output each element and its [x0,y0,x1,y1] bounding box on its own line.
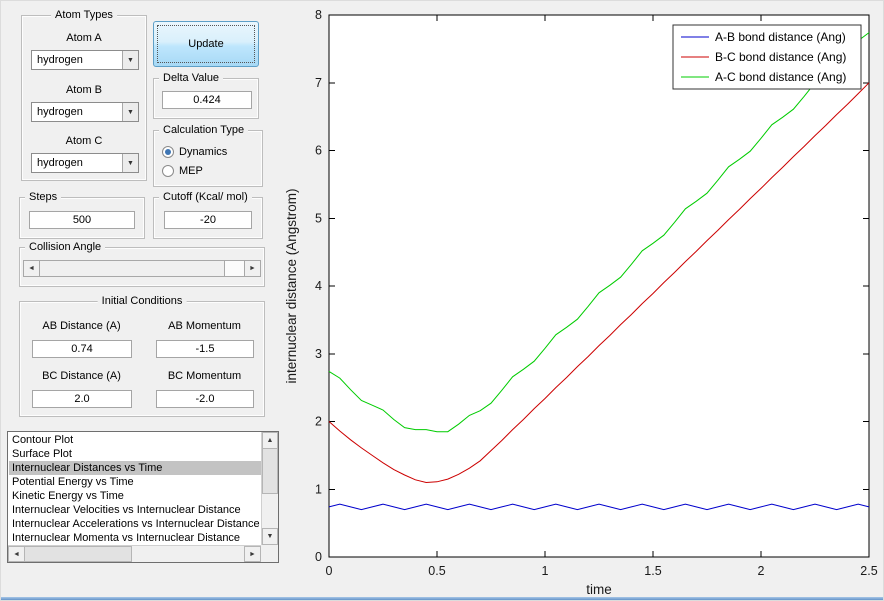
list-item[interactable]: Internuclear Distances vs Time [9,461,261,475]
listbox-horizontal-scrollbar[interactable]: ◄ ► [8,545,261,562]
list-item[interactable]: Internuclear Velocities vs Internuclear … [9,503,261,517]
panel-initial-conditions: Initial Conditions AB Distance (A) AB Mo… [19,295,265,417]
update-button[interactable]: Update [153,21,259,67]
y-tick-label: 4 [315,279,322,293]
listbox-vertical-scrollbar[interactable]: ▲ ▼ [261,432,278,545]
cutoff-input[interactable] [164,211,252,229]
y-tick-label: 7 [315,76,322,90]
panel-collision-angle-title: Collision Angle [25,241,106,254]
ab-distance-input[interactable] [32,340,132,358]
panel-initial-conditions-title: Initial Conditions [97,295,187,308]
panel-collision-angle: Collision Angle ◄ ► [19,241,265,287]
y-tick-label: 6 [315,144,322,158]
plot-area [328,14,870,558]
list-item[interactable]: Kinetic Energy vs Time [9,489,261,503]
internuclear-distance-chart: 0 0.5 1 1.5 2 2.5 0 1 2 3 4 5 6 7 8 time internuclear di… [284,8,878,597]
scroll-left-icon[interactable]: ◄ [8,546,25,562]
legend-label: A-B bond distance (Ang) [715,30,846,44]
x-tick-label: 2.5 [860,564,877,578]
radio-dynamics[interactable]: Dynamics [162,145,227,159]
delta-value-input[interactable] [162,91,252,109]
y-tick-label: 1 [315,482,322,496]
bc-distance-label: BC Distance (A) [42,370,121,382]
panel-calc-type-title: Calculation Type [159,124,249,137]
panel-cutoff: Cutoff (Kcal/ mol) [153,191,263,239]
listbox-items: Contour Plot Surface Plot Internuclear Dis… [9,433,261,545]
y-tick-label: 3 [315,347,322,361]
legend-label: B-C bond distance (Ang) [715,50,846,64]
x-tick-label: 2 [758,564,765,578]
scroll-right-icon[interactable]: ► [244,546,261,562]
list-item[interactable]: Internuclear Momenta vs Internuclear Dis… [9,531,261,545]
x-tick-label: 1.5 [644,564,661,578]
list-item[interactable]: Potential Energy vs Time [9,475,261,489]
update-button-label: Update [157,25,255,63]
hscroll-thumb[interactable] [24,546,132,562]
chevron-down-icon[interactable]: ▼ [122,103,138,121]
bc-momentum-label: BC Momentum [167,370,242,382]
atom-c-label: Atom C [65,135,103,147]
y-tick-label: 8 [315,8,322,22]
atom-c-value: hydrogen [37,157,83,169]
atom-b-value: hydrogen [37,106,83,118]
scrollbar-corner [261,545,278,562]
list-item[interactable]: Contour Plot [9,433,261,447]
hscroll-track[interactable] [132,546,245,562]
scroll-left-icon[interactable]: ◄ [23,260,40,277]
panel-atom-types: Atom Types Atom A hydrogen ▼ Atom B hydr… [21,9,147,181]
y-axis-label: internuclear distance (Angstrom) [284,188,299,383]
legend-label: A-C bond distance (Ang) [715,70,846,84]
panel-delta-title: Delta Value [159,72,224,85]
steps-input[interactable] [29,211,135,229]
x-tick-label: 0 [326,564,333,578]
ab-momentum-label: AB Momentum [168,320,241,332]
atom-b-label: Atom B [65,84,103,96]
atom-a-label: Atom A [66,32,102,44]
figure-window: Atom Types Atom A hydrogen ▼ Atom B hydr… [0,0,884,601]
y-tick-label: 5 [315,211,322,225]
x-axis-label: time [586,582,612,597]
x-tick-label: 0.5 [428,564,445,578]
atom-a-dropdown[interactable]: hydrogen ▼ [31,50,139,70]
bc-distance-input[interactable] [32,390,132,408]
chevron-down-icon[interactable]: ▼ [122,154,138,172]
plot-type-listbox[interactable]: Contour Plot Surface Plot Internuclear Dis… [7,431,279,563]
panel-calculation-type: Calculation Type Dynamics MEP [153,124,263,187]
y-tick-label: 2 [315,415,322,429]
list-item[interactable]: Internuclear Accelerations vs Internucle… [9,517,261,531]
scroll-right-icon[interactable]: ► [244,260,261,277]
radio-mep[interactable]: MEP [162,164,203,178]
panel-steps-title: Steps [25,191,62,204]
scroll-down-icon[interactable]: ▼ [262,528,278,545]
window-border-bottom [1,597,883,600]
atom-a-value: hydrogen [37,54,83,66]
scroll-up-icon[interactable]: ▲ [262,432,278,449]
collision-angle-slider[interactable]: ◄ ► [23,260,261,277]
y-tick-label: 0 [315,550,322,564]
x-tick-label: 1 [542,564,549,578]
panel-cutoff-title: Cutoff (Kcal/ mol) [159,191,252,204]
ab-momentum-input[interactable] [156,340,254,358]
bc-momentum-input[interactable] [156,390,254,408]
panel-steps: Steps [19,191,145,239]
radio-button-icon[interactable] [162,146,174,158]
radio-mep-label: MEP [179,165,203,177]
ab-distance-label: AB Distance (A) [42,320,121,332]
list-item[interactable]: Surface Plot [9,447,261,461]
radio-dynamics-label: Dynamics [179,146,228,158]
panel-atom-types-title: Atom Types [51,9,117,22]
atom-b-dropdown[interactable]: hydrogen ▼ [31,102,139,122]
chevron-down-icon[interactable]: ▼ [122,51,138,69]
atom-c-dropdown[interactable]: hydrogen ▼ [31,153,139,173]
slider-thumb[interactable] [39,260,225,277]
panel-delta-value: Delta Value [153,72,259,119]
slider-track[interactable] [225,260,245,277]
vscroll-thumb[interactable] [262,448,278,494]
radio-button-icon[interactable] [162,165,174,177]
